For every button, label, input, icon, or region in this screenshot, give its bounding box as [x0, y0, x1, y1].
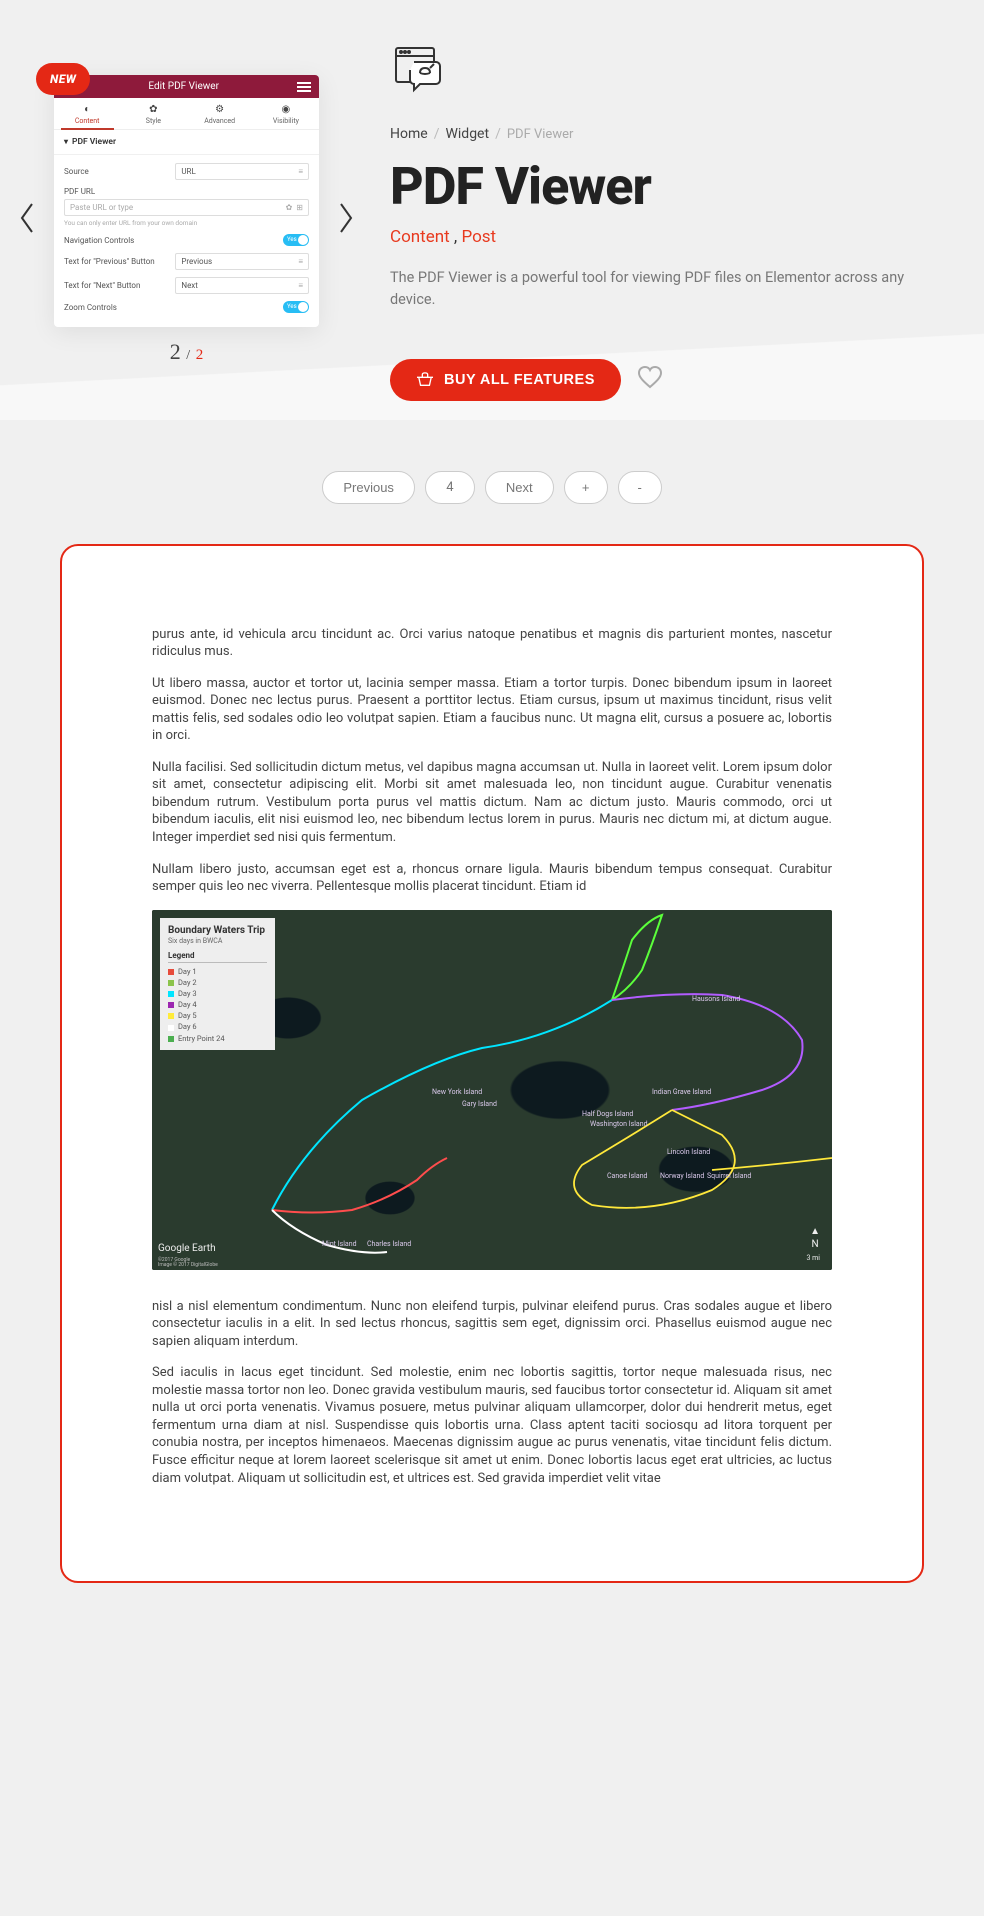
section-pdf-viewer[interactable]: PDF Viewer — [54, 130, 319, 155]
legend-row: Day 2 — [168, 977, 267, 988]
source-label: Source — [64, 167, 175, 176]
panel-header: ⊞ Edit PDF Viewer — [54, 75, 319, 98]
map-compass: ▲N — [810, 1225, 820, 1252]
pdfurl-input[interactable]: Paste URL or type✿ ⊞ — [64, 199, 309, 216]
description: The PDF Viewer is a powerful tool for vi… — [390, 267, 934, 311]
pdfurl-hint: You can only enter URL from your own dom… — [64, 219, 309, 227]
pdf-paragraph: Ut libero massa, auctor et tortor ut, la… — [152, 675, 832, 745]
source-select[interactable]: URL — [175, 163, 309, 180]
legend-row: Day 5 — [168, 1011, 267, 1022]
heart-icon — [637, 366, 663, 390]
pdf-next-button[interactable]: Next — [485, 471, 554, 504]
navcontrols-toggle[interactable]: Yes — [283, 234, 309, 246]
nexttext-input[interactable]: Next — [175, 277, 309, 294]
carousel-next-button[interactable] — [329, 194, 363, 246]
carousel-counter: 2 / 2 — [44, 339, 329, 365]
map-legend: Boundary Waters Trip Six days in BWCA Le… — [160, 918, 275, 1051]
map-credits: ©2017 Google Image © 2017 DigitalGlobe — [158, 1258, 218, 1268]
legend-row: Day 4 — [168, 1000, 267, 1011]
pdf-paragraph: purus ante, id vehicula arcu tincidunt a… — [152, 626, 832, 661]
prevtext-input[interactable]: Previous — [175, 253, 309, 270]
tab-style[interactable]: ✿Style — [120, 98, 186, 129]
zoomcontrols-label: Zoom Controls — [64, 303, 283, 312]
panel-tabs: ◐Content ✿Style ⚙Advanced ◉Visibility — [54, 98, 319, 130]
basket-icon — [416, 372, 434, 388]
product-info: Home/Widget/PDF Viewer PDF Viewer Conten… — [390, 40, 934, 401]
legend-row: Entry Point 24 — [168, 1033, 267, 1044]
tab-content[interactable]: ◐Content — [54, 98, 120, 129]
pdf-viewer-icon — [390, 40, 934, 98]
carousel-prev-button[interactable] — [10, 194, 44, 246]
breadcrumb-widget[interactable]: Widget — [445, 126, 489, 142]
pdf-paragraph: Sed iaculis in lacus eget tincidunt. Sed… — [152, 1364, 832, 1487]
embedded-map-image: Boundary Waters Trip Six days in BWCA Le… — [152, 910, 832, 1270]
pdf-page-indicator: 4 — [425, 471, 475, 504]
pdf-zoom-in-button[interactable]: + — [564, 471, 608, 504]
categories: Content , Post — [390, 227, 934, 247]
zoomcontrols-toggle[interactable]: Yes — [283, 301, 309, 313]
pdf-nav-controls: Previous 4 Next + - — [60, 471, 924, 504]
map-scale: 3 mi — [806, 1254, 820, 1263]
category-content[interactable]: Content — [390, 227, 450, 247]
buy-all-features-button[interactable]: BUY ALL FEATURES — [390, 359, 621, 401]
hamburger-icon — [297, 82, 311, 92]
breadcrumb-current: PDF Viewer — [507, 127, 574, 142]
page-title: PDF Viewer — [390, 156, 934, 217]
pdf-zoom-out-button[interactable]: - — [618, 471, 662, 504]
tab-visibility[interactable]: ◉Visibility — [253, 98, 319, 129]
map-brand: Google Earth — [158, 1242, 216, 1256]
legend-row: Day 6 — [168, 1022, 267, 1033]
panel-title: Edit PDF Viewer — [148, 81, 219, 92]
pdfurl-label: PDF URL — [64, 187, 309, 196]
pdf-paragraph: nisl a nisl elementum condimentum. Nunc … — [152, 1298, 832, 1351]
breadcrumb: Home/Widget/PDF Viewer — [390, 126, 934, 142]
category-post[interactable]: Post — [461, 227, 496, 247]
pdf-frame: purus ante, id vehicula arcu tincidunt a… — [60, 544, 924, 1584]
legend-row: Day 3 — [168, 989, 267, 1000]
navcontrols-label: Navigation Controls — [64, 236, 283, 245]
preview-carousel: NEW ⊞ Edit PDF Viewer ◐Content ✿Style ⚙A… — [10, 40, 350, 401]
pdf-paragraph: Nulla facilisi. Sed sollicitudin dictum … — [152, 759, 832, 847]
legend-row: Day 1 — [168, 966, 267, 977]
carousel-slide: NEW ⊞ Edit PDF Viewer ◐Content ✿Style ⚙A… — [54, 75, 319, 327]
new-badge: NEW — [36, 63, 90, 95]
breadcrumb-home[interactable]: Home — [390, 126, 428, 142]
pdf-paragraph: Nullam libero justo, accumsan eget est a… — [152, 861, 832, 896]
pdf-prev-button[interactable]: Previous — [322, 471, 415, 504]
pdf-page-content: purus ante, id vehicula arcu tincidunt a… — [152, 626, 832, 1488]
prevtext-label: Text for "Previous" Button — [64, 257, 175, 266]
wishlist-button[interactable] — [637, 366, 663, 394]
nexttext-label: Text for "Next" Button — [64, 281, 175, 290]
tab-advanced[interactable]: ⚙Advanced — [187, 98, 253, 129]
